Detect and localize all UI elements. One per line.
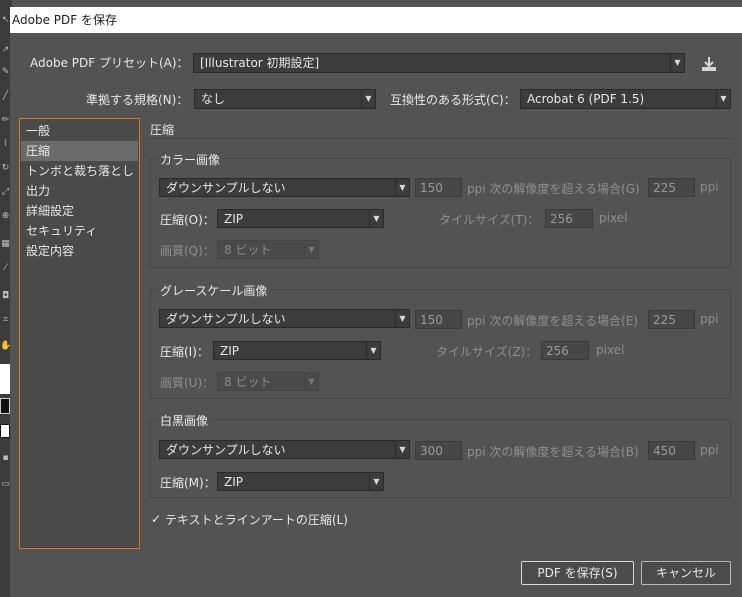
category-list: 一般 圧縮 トンボと裁ち落とし 出力 詳細設定 セキュリティ 設定内容 <box>19 118 140 549</box>
color-threshold-input[interactable]: 225 <box>648 178 695 197</box>
preset-label: Adobe PDF プリセット(A)： <box>30 56 189 70</box>
color-tile-unit: pixel <box>599 211 628 225</box>
mono-compression-value: ZIP <box>224 475 243 489</box>
gray-ppi-input[interactable]: 150 <box>415 310 462 329</box>
fill-swatch[interactable] <box>0 364 10 394</box>
gray-group-title: グレースケール画像 <box>157 282 271 299</box>
standard-dropdown[interactable]: なし ▼ <box>194 89 376 109</box>
gray-ppi-label: ppi 次の解像度を超える場合(E) <box>467 314 638 328</box>
mono-compression-dropdown[interactable]: ZIP ▼ <box>217 472 384 491</box>
gray-tile-unit: pixel <box>596 343 625 357</box>
compress-text-label: テキストとラインアートの圧縮(L) <box>165 513 348 527</box>
compat-value: Acrobat 6 (PDF 1.5) <box>527 92 645 106</box>
color-downsample-dropdown[interactable]: ダウンサンプルしない ▼ <box>159 178 410 197</box>
cancel-button[interactable]: キャンセル <box>641 561 731 585</box>
color-quality-value: 8 ビット <box>224 243 272 257</box>
gray-quality-value: 8 ビット <box>224 375 272 389</box>
window-title: Adobe PDF を保存 <box>12 13 117 27</box>
gray-threshold-unit: ppi <box>700 312 719 326</box>
sidebar-item-advanced[interactable]: 詳細設定 <box>21 201 138 221</box>
gray-compression-value: ZIP <box>220 344 239 358</box>
color-ppi-input[interactable]: 150 <box>415 178 462 197</box>
sidebar-item-output[interactable]: 出力 <box>21 181 138 201</box>
compat-label: 互換性のある形式(C)： <box>390 93 516 107</box>
stroke-swatch[interactable] <box>0 398 10 414</box>
color-ppi-label: ppi 次の解像度を超える場合(G) <box>467 182 640 196</box>
sidebar-item-marks-bleeds[interactable]: トンボと裁ち落とし <box>21 161 138 181</box>
color-group-title: カラー画像 <box>157 151 224 168</box>
chevron-down-icon: ▼ <box>716 90 730 108</box>
default-colors-icon[interactable] <box>0 424 10 438</box>
gray-downsample-value: ダウンサンプルしない <box>166 312 286 326</box>
mono-group-title: 白黒画像 <box>157 412 212 429</box>
gray-compression-dropdown[interactable]: ZIP ▼ <box>213 341 381 360</box>
color-downsample-value: ダウンサンプルしない <box>166 181 286 195</box>
chevron-down-icon: ▼ <box>361 90 375 108</box>
section-title: 圧縮 <box>150 123 175 137</box>
chevron-down-icon: ▼ <box>395 310 409 327</box>
chevron-down-icon: ▼ <box>395 441 409 458</box>
color-quality-label: 画質(Q)： <box>160 244 215 258</box>
chevron-down-icon: ▼ <box>395 179 409 196</box>
color-quality-dropdown[interactable]: 8 ビット ▼ <box>217 240 319 259</box>
sidebar-item-compression[interactable]: 圧縮 <box>21 141 138 161</box>
chevron-down-icon: ▼ <box>304 241 318 258</box>
mono-downsample-value: ダウンサンプルしない <box>166 443 286 457</box>
mono-downsample-dropdown[interactable]: ダウンサンプルしない ▼ <box>159 440 410 459</box>
color-tile-label: タイルサイズ(T)： <box>439 213 540 227</box>
mono-compression-label: 圧縮(M)： <box>160 476 216 490</box>
section-divider <box>148 138 732 139</box>
gray-tile-label: タイルサイズ(Z)： <box>436 345 538 359</box>
gray-compression-label: 圧縮(I)： <box>160 345 209 359</box>
sidebar-item-summary[interactable]: 設定内容 <box>21 241 138 261</box>
mono-threshold-unit: ppi <box>700 443 719 457</box>
gray-quality-dropdown[interactable]: 8 ビット ▼ <box>217 372 319 391</box>
chevron-down-icon: ▼ <box>366 342 380 359</box>
compress-text-checkbox[interactable]: ✓ <box>150 513 162 525</box>
gray-tile-input[interactable]: 256 <box>541 341 589 360</box>
color-tile-input[interactable]: 256 <box>545 209 593 228</box>
color-compression-label: 圧縮(O)： <box>160 213 215 227</box>
preset-value: [Illustrator 初期設定] <box>200 56 320 70</box>
mono-ppi-label: ppi 次の解像度を超える場合(B) <box>467 445 639 459</box>
standard-label: 準拠する規格(N)： <box>86 93 189 107</box>
title-bar: Adobe PDF を保存 <box>10 7 742 33</box>
save-pdf-button[interactable]: PDF を保存(S) <box>521 561 634 585</box>
standard-value: なし <box>201 92 226 106</box>
mono-ppi-input[interactable]: 300 <box>415 441 462 460</box>
chevron-down-icon: ▼ <box>304 373 318 390</box>
color-compression-dropdown[interactable]: ZIP ▼ <box>217 209 384 228</box>
mono-threshold-input[interactable]: 450 <box>648 441 695 460</box>
chevron-down-icon: ▼ <box>369 210 383 227</box>
gray-threshold-input[interactable]: 225 <box>648 310 695 329</box>
color-threshold-unit: ppi <box>700 180 719 194</box>
preset-dropdown[interactable]: [Illustrator 初期設定] ▼ <box>193 53 685 73</box>
gray-downsample-dropdown[interactable]: ダウンサンプルしない ▼ <box>159 309 410 328</box>
chevron-down-icon: ▼ <box>369 473 383 490</box>
sidebar-item-security[interactable]: セキュリティ <box>21 221 138 241</box>
gray-quality-label: 画質(U)： <box>160 376 215 390</box>
sidebar-item-general[interactable]: 一般 <box>21 121 138 141</box>
chevron-down-icon: ▼ <box>670 54 684 72</box>
save-preset-icon[interactable] <box>699 54 719 74</box>
compat-dropdown[interactable]: Acrobat 6 (PDF 1.5) ▼ <box>520 89 731 109</box>
color-compression-value: ZIP <box>224 212 243 226</box>
